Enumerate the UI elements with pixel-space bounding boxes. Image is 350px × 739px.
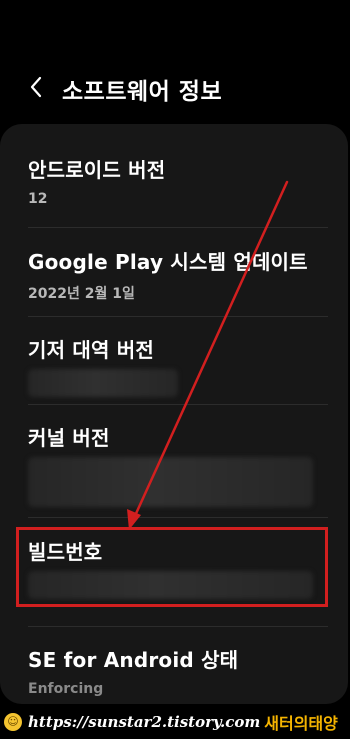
brand-text: 새터의태양 [264, 713, 338, 733]
smiley-icon: ☺ [4, 712, 22, 731]
annotation-arrow [127, 180, 289, 530]
watermark-footer: ☺ https://sunstar2.tistory.com 새터의태양 [0, 704, 350, 739]
blog-url[interactable]: https://sunstar2.tistory.com [28, 713, 260, 731]
